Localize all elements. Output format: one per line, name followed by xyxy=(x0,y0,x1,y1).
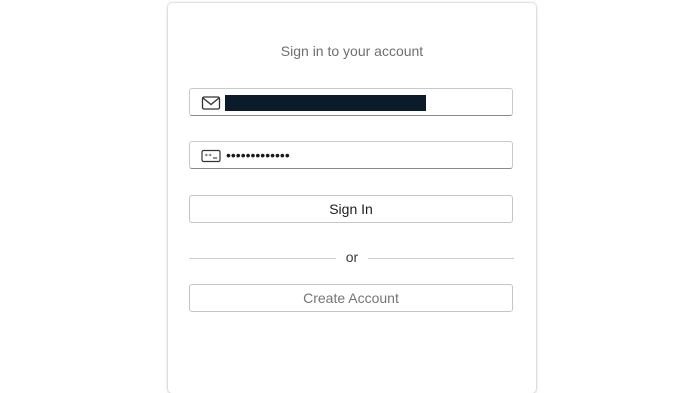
password-field[interactable]: ** ••••••••••••• xyxy=(189,141,513,169)
login-title: Sign in to your account xyxy=(280,43,424,59)
redacted-email-value xyxy=(225,95,426,111)
svg-text:**: ** xyxy=(204,152,212,160)
create-account-button[interactable]: Create Account xyxy=(189,284,513,312)
login-panel: Sign in to your account ** •••••••••••••… xyxy=(168,3,536,393)
divider-or-text: or xyxy=(345,249,359,265)
divider-line-left xyxy=(189,258,336,259)
email-field[interactable] xyxy=(189,88,513,116)
password-key-icon: ** xyxy=(201,149,221,163)
sign-in-button[interactable]: Sign In xyxy=(189,195,513,223)
password-value: ••••••••••••• xyxy=(226,147,290,163)
envelope-icon xyxy=(201,96,221,110)
divider-line-right xyxy=(368,258,514,259)
